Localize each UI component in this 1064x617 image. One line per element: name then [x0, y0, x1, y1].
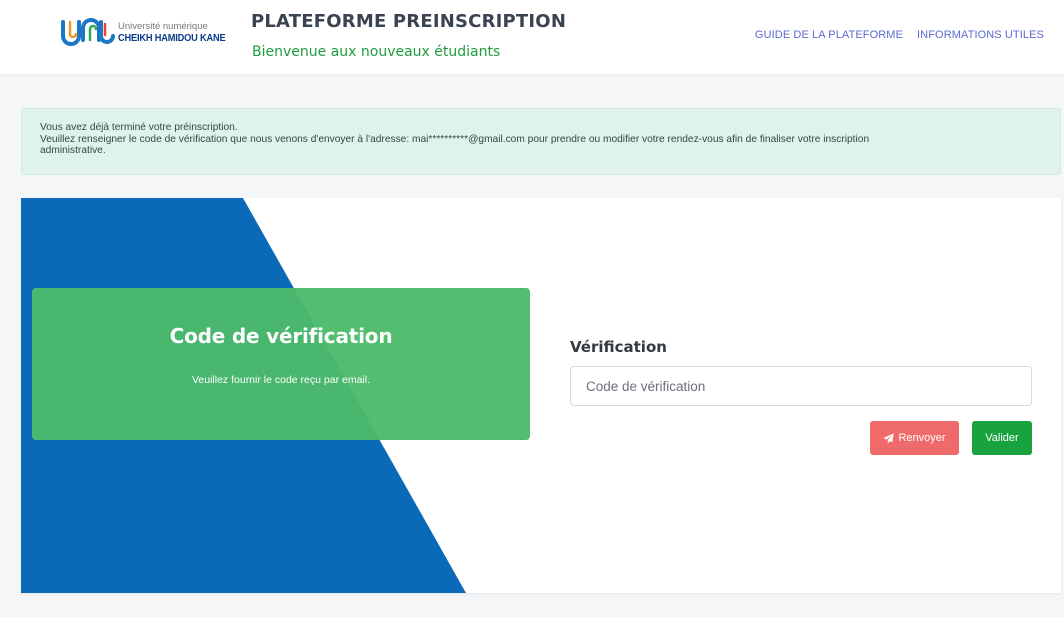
- verification-card: Code de vérification Veuillez fournir le…: [21, 198, 1061, 593]
- nav-link-guide[interactable]: GUIDE DE LA PLATEFORME: [755, 29, 903, 41]
- logo-mark-icon: [61, 18, 115, 46]
- top-header: Université numérique CHEIKH HAMIDOU KANE…: [0, 0, 1064, 74]
- page-subtitle: Bienvenue aux nouveaux étudiants: [252, 44, 501, 60]
- logo-line-2: CHEIKH HAMIDOU KANE: [118, 31, 226, 44]
- info-alert: Vous avez déjà terminé votre préinscript…: [21, 108, 1061, 175]
- logo-text: Université numérique CHEIKH HAMIDOU KANE: [118, 22, 240, 43]
- nav-link-informations[interactable]: INFORMATIONS UTILES: [917, 29, 1044, 41]
- validate-button-label: Valider: [985, 432, 1019, 444]
- alert-line-3: administrative.: [40, 145, 106, 156]
- resend-button[interactable]: Renvoyer: [870, 421, 959, 455]
- alert-line-1: Vous avez déjà terminé votre préinscript…: [40, 122, 238, 133]
- verification-info-panel: Code de vérification Veuillez fournir le…: [32, 288, 530, 440]
- verification-panel-title: Code de vérification: [169, 324, 393, 348]
- paper-plane-icon: [883, 432, 895, 444]
- university-logo[interactable]: Université numérique CHEIKH HAMIDOU KANE: [60, 14, 250, 50]
- verification-panel-subtitle: Veuillez fournir le code reçu par email.: [191, 374, 370, 386]
- verification-code-input[interactable]: [570, 366, 1032, 406]
- page-title: PLATEFORME PREINSCRIPTION: [251, 11, 567, 32]
- alert-line-2: Veuillez renseigner le code de vérificat…: [40, 133, 870, 145]
- logo-line-1: Université numérique: [118, 21, 208, 32]
- resend-button-label: Renvoyer: [898, 432, 946, 444]
- validate-button[interactable]: Valider: [972, 421, 1032, 455]
- top-nav: GUIDE DE LA PLATEFORME INFORMATIONS UTIL…: [755, 29, 1044, 41]
- verification-form-label: Vérification: [570, 338, 667, 356]
